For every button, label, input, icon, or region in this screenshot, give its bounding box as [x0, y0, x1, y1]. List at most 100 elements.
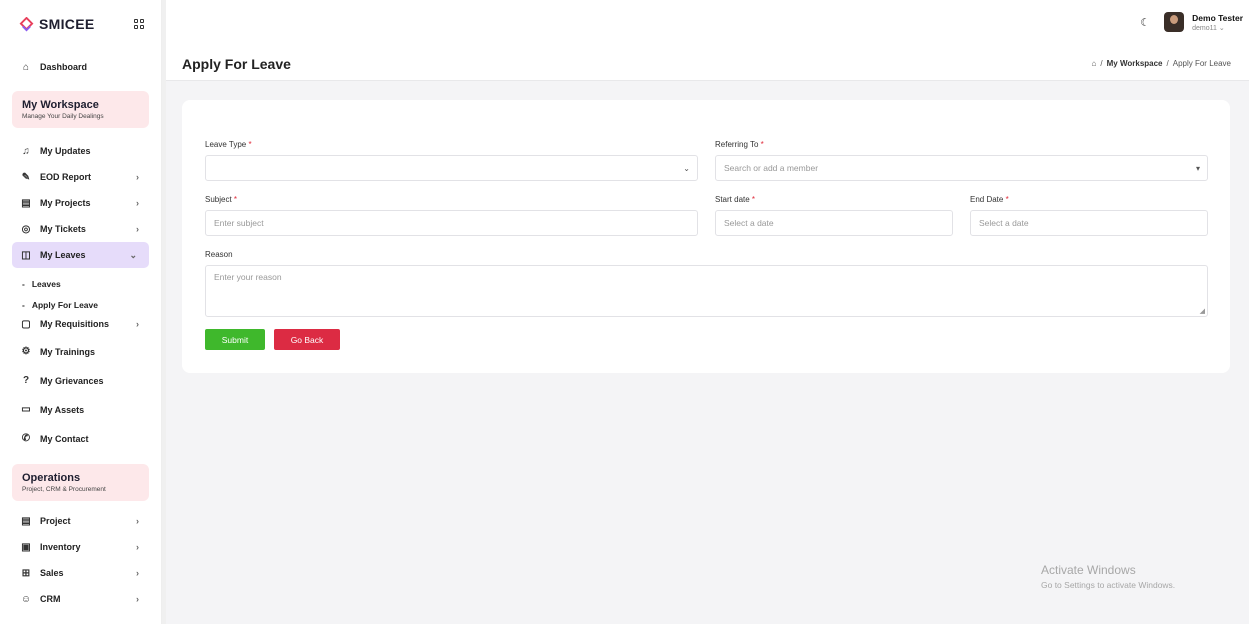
chevron-right-icon: ›: [136, 594, 139, 604]
target-icon: ◎: [21, 223, 31, 235]
sidebar-subitem-label: Leaves: [31, 278, 61, 289]
page-title: Apply For Leave: [182, 55, 291, 72]
help-icon: ?: [22, 375, 30, 386]
sidebar-item-label: CRM: [40, 594, 61, 604]
breadcrumb-item[interactable]: My Workspace: [1107, 59, 1163, 68]
referring-to-select[interactable]: Search or add a member ▾: [715, 155, 1208, 181]
chevron-right-icon: ›: [136, 319, 139, 329]
sidebar-scrollbar[interactable]: [162, 0, 166, 624]
logo-row: SMICEE: [0, 0, 161, 48]
watermark-subtitle: Go to Settings to activate Windows.: [1041, 580, 1176, 590]
dash-icon: -: [22, 299, 25, 310]
sidebar-item-label: My Contact: [40, 433, 89, 444]
chevron-right-icon: ›: [136, 542, 139, 552]
sidebar-item-label: My Tickets: [40, 224, 86, 234]
sidebar-item-my-requisitions[interactable]: ▢ My Requisitions ›: [0, 311, 161, 337]
sidebar-item-eod-report[interactable]: ✎ EOD Report ›: [0, 164, 161, 190]
section-subtitle: Project, CRM & Procurement: [22, 486, 106, 493]
sidebar-item-crm[interactable]: ☺ CRM ›: [0, 586, 161, 612]
database-icon: ▤: [21, 197, 31, 209]
bell-icon: ♫: [22, 145, 30, 157]
sidebar-item-label: Project: [40, 516, 71, 526]
avatar[interactable]: [1164, 12, 1185, 32]
chevron-right-icon: ›: [136, 224, 139, 234]
workspace-section: My Workspace Manage Your Daily Dealings: [12, 91, 149, 128]
windows-activation-watermark: Activate Windows Go to Settings to activ…: [1041, 563, 1175, 590]
sidebar-item-label: My Requisitions: [40, 319, 110, 329]
leave-type-label: Leave Type *: [205, 140, 252, 149]
sidebar-item-project[interactable]: ▤ Project ›: [0, 508, 161, 534]
page-header: Apply For Leave ⌂ / My Workspace / Apply…: [166, 47, 1249, 81]
sidebar-item-label: My Leaves: [40, 250, 86, 260]
reason-placeholder: Enter your reason: [214, 272, 282, 282]
pen-icon: ✎: [21, 171, 31, 183]
go-back-button[interactable]: Go Back: [274, 329, 340, 350]
chevron-right-icon: ›: [136, 568, 139, 578]
leave-type-select[interactable]: ⌄: [205, 155, 698, 181]
dash-icon: -: [22, 278, 25, 289]
sidebar-item-inventory[interactable]: ▣ Inventory ›: [0, 534, 161, 560]
database-icon: ▤: [21, 515, 31, 527]
sidebar-item-label: My Assets: [40, 404, 85, 415]
gear-icon: ⚙: [21, 346, 31, 357]
sidebar-item-my-updates[interactable]: ♫ My Updates: [0, 138, 161, 164]
sidebar-item-label: Sales: [40, 568, 64, 578]
leave-form-card: Leave Type * ⌄ Referring To * Search or …: [182, 100, 1230, 373]
end-date-input[interactable]: Select a date: [970, 210, 1208, 236]
brand-name: SMICEE: [39, 16, 95, 32]
logo-icon: [19, 16, 34, 31]
subject-label: Subject *: [205, 195, 238, 204]
users-icon: ☺: [20, 593, 32, 605]
sidebar-item-my-tickets[interactable]: ◎ My Tickets ›: [0, 216, 161, 242]
menu-grid-icon[interactable]: [134, 18, 145, 30]
section-subtitle: Manage Your Daily Dealings: [22, 113, 104, 120]
end-date-label: End Date *: [970, 195, 1009, 204]
submit-button[interactable]: Submit: [205, 329, 265, 350]
logo[interactable]: SMICEE: [19, 16, 94, 32]
referring-placeholder: Search or add a member: [724, 163, 819, 173]
sidebar-item-my-grievances[interactable]: ? My Grievances: [0, 366, 161, 395]
caret-down-icon: ▾: [1195, 163, 1200, 173]
sidebar-item-my-contact[interactable]: ✆ My Contact: [0, 424, 161, 453]
sidebar-item-my-assets[interactable]: ▭ My Assets: [0, 395, 161, 424]
sidebar-item-sales[interactable]: ⊞ Sales ›: [0, 560, 161, 586]
start-date-label: Start date *: [715, 195, 756, 204]
breadcrumb-current: Apply For Leave: [1172, 59, 1231, 68]
sidebar-item-label: My Updates: [40, 146, 91, 156]
sidebar-item-my-trainings[interactable]: ⚙ My Trainings: [0, 337, 161, 366]
top-bar: ☾ Demo Tester demo11 ⌄: [166, 0, 1249, 47]
chevron-right-icon: ›: [136, 516, 139, 526]
user-handle: demo11 ⌄: [1192, 24, 1225, 32]
resize-handle-icon[interactable]: ◢: [1200, 307, 1205, 315]
section-title: Operations: [22, 472, 81, 484]
breadcrumb-separator: /: [1100, 59, 1103, 68]
sidebar-item-my-projects[interactable]: ▤ My Projects ›: [0, 190, 161, 216]
breadcrumb-separator: /: [1166, 59, 1169, 68]
sidebar-item-label: EOD Report: [40, 172, 92, 182]
user-name: Demo Tester: [1192, 12, 1243, 23]
home-icon: ⌂: [22, 61, 30, 73]
user-area: ☾ Demo Tester demo11 ⌄: [1140, 12, 1243, 32]
reason-textarea[interactable]: Enter your reason ◢: [205, 265, 1208, 317]
home-icon[interactable]: ⌂: [1092, 59, 1097, 68]
start-date-input[interactable]: Select a date: [715, 210, 953, 236]
section-title: My Workspace: [22, 99, 99, 111]
book-icon: ◫: [21, 249, 31, 261]
watermark-title: Activate Windows: [1041, 563, 1136, 577]
box-icon: ▣: [21, 541, 31, 553]
subject-input[interactable]: Enter subject: [205, 210, 698, 236]
sidebar-subitem-leaves[interactable]: - Leaves: [0, 273, 161, 294]
bank-icon: ⊞: [21, 567, 31, 579]
subject-placeholder: Enter subject: [214, 218, 264, 228]
sidebar-item-label: My Grievances: [40, 375, 104, 386]
start-date-placeholder: Select a date: [724, 218, 774, 228]
referring-to-label: Referring To *: [715, 140, 764, 149]
end-date-placeholder: Select a date: [979, 218, 1029, 228]
sidebar: SMICEE ⌂ Dashboard My Workspace Manage Y…: [0, 0, 162, 624]
chevron-down-icon: ⌄: [683, 163, 690, 173]
square-icon: ▢: [21, 318, 31, 330]
sidebar-item-my-leaves[interactable]: ◫ My Leaves ⌄: [12, 242, 149, 268]
user-menu[interactable]: Demo Tester demo11 ⌄: [1192, 13, 1243, 32]
moon-icon[interactable]: ☾: [1140, 16, 1150, 29]
sidebar-item-dashboard[interactable]: ⌂ Dashboard: [0, 54, 161, 80]
